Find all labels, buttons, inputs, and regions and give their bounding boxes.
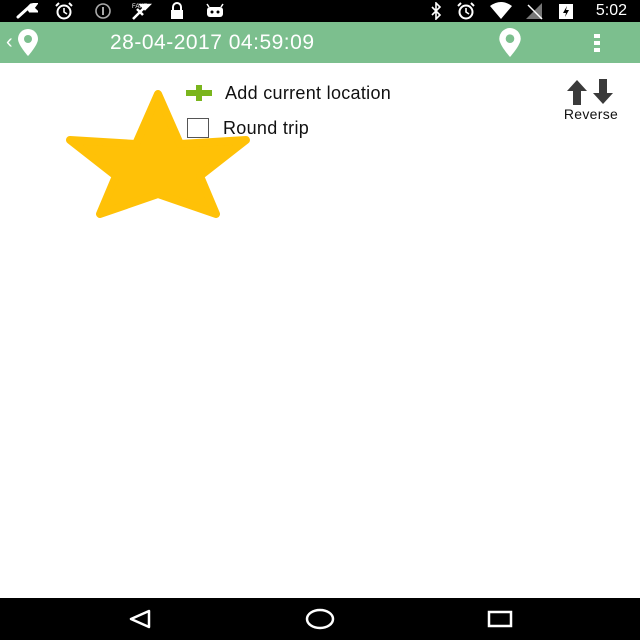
reverse-button[interactable]: Reverse xyxy=(548,78,634,124)
signal-icon xyxy=(522,0,546,22)
status-time: 5:02 xyxy=(595,2,627,19)
home-circle-icon[interactable] xyxy=(290,598,350,640)
svg-text:FAKE: FAKE xyxy=(132,4,147,10)
overflow-menu-icon xyxy=(593,33,601,53)
location-pin-button[interactable] xyxy=(490,22,530,63)
navigation-bar xyxy=(0,598,640,640)
back-button[interactable]: ‹ xyxy=(2,22,50,63)
alarm-icon xyxy=(52,0,76,22)
map-pin-icon xyxy=(495,27,525,58)
alarm-icon xyxy=(454,0,478,22)
wifi-icon xyxy=(488,0,514,22)
lock-icon xyxy=(166,0,188,22)
chevron-left-icon: ‹ xyxy=(6,31,13,53)
battery-charging-icon xyxy=(556,0,576,22)
android-icon xyxy=(204,0,226,22)
wrench-icon xyxy=(14,0,40,22)
star-icon[interactable] xyxy=(66,90,250,223)
page-title: 28-04-2017 04:59:09 xyxy=(110,31,315,54)
overflow-menu-button[interactable] xyxy=(584,22,610,63)
recents-square-icon[interactable] xyxy=(470,598,530,640)
gps-fake-icon: FAKE xyxy=(128,0,154,22)
bluetooth-icon xyxy=(426,0,446,22)
map-pin-icon xyxy=(15,28,41,57)
info-icon xyxy=(92,0,114,22)
app-bar: ‹ 28-04-2017 04:59:09 xyxy=(0,22,640,63)
reverse-label: Reverse xyxy=(563,106,619,122)
status-bar: FAKE 5:02 xyxy=(0,0,640,22)
back-triangle-icon[interactable] xyxy=(110,598,170,640)
